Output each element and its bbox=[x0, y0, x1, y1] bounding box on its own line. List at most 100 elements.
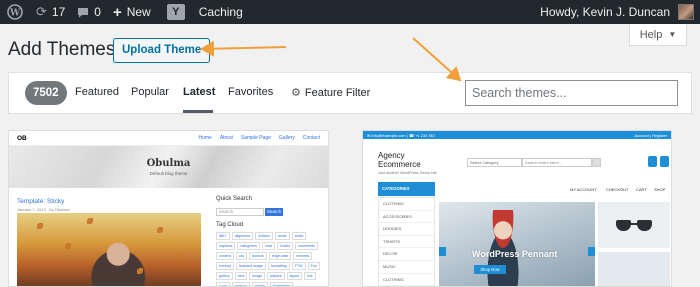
preview-nav-link: Gallery bbox=[278, 135, 295, 141]
preview-tag: gallery bbox=[216, 272, 233, 280]
preview-hero-subtitle: Default blog theme bbox=[149, 171, 188, 176]
preview-slider-next-icon bbox=[588, 247, 595, 256]
plus-icon: + bbox=[112, 3, 122, 21]
triangle-down-icon: ▼ bbox=[668, 30, 677, 39]
preview-slider: WordPress Pennant Shop Now bbox=[439, 202, 595, 286]
preview-nav-link: MY ACCOUNT bbox=[570, 187, 597, 192]
theme-card-obulma[interactable]: OB Home About Sample Page Gallery Contac… bbox=[8, 130, 329, 287]
preview-tag: alignment bbox=[231, 232, 254, 240]
preview-tag: dowork bbox=[249, 252, 267, 260]
preview-product bbox=[598, 252, 670, 286]
preview-store-nav: CATEGORIES MY ACCOUNT CHECKOUT CART SHOP bbox=[378, 182, 671, 196]
preview-tag: layout bbox=[286, 272, 303, 280]
theme-count-badge: 7502 bbox=[25, 81, 67, 105]
comment-bubble-icon bbox=[77, 7, 89, 18]
preview-nav-link: CART bbox=[636, 187, 647, 192]
my-account-menu[interactable]: Howdy, Kevin J. Duncan bbox=[540, 0, 700, 24]
preview-post-title: Template: Sticky bbox=[17, 198, 65, 205]
theme-preview-nav: OB Home About Sample Page Gallery Contac… bbox=[9, 131, 328, 146]
preview-nav-link: SHOP bbox=[654, 187, 666, 192]
preview-category-select: Select Category bbox=[467, 158, 522, 167]
preview-category-item: ACCESSORIES bbox=[379, 211, 434, 224]
preview-site-title-line: Agency bbox=[378, 151, 405, 160]
tab-favorites[interactable]: Favorites bbox=[228, 86, 273, 98]
preview-tag: jetpack bbox=[267, 272, 285, 280]
upload-theme-button[interactable]: Upload Theme bbox=[113, 38, 211, 63]
preview-tag: image bbox=[249, 272, 266, 280]
admin-bar: W ⟳ 17 0 + New Y Caching Howdy, Kevin J.… bbox=[0, 0, 700, 24]
page-title: Add Themes bbox=[8, 39, 116, 60]
comments-menu[interactable]: 0 bbox=[71, 0, 107, 24]
preview-nav-link: Contact bbox=[302, 135, 320, 141]
preview-category-item: DECOR bbox=[379, 248, 434, 261]
sunglasses-icon bbox=[616, 220, 652, 232]
preview-search-input: Search bbox=[216, 208, 264, 216]
preview-topbar-account: Account | Register bbox=[634, 132, 667, 138]
comments-count: 0 bbox=[94, 5, 101, 19]
preview-tag: Articles bbox=[255, 232, 273, 240]
preview-tag: audio bbox=[291, 232, 307, 240]
new-content-menu[interactable]: + New bbox=[107, 0, 157, 24]
preview-nav-link: Sample Page bbox=[240, 135, 271, 141]
preview-tag: markup bbox=[231, 282, 250, 286]
preview-tag: html bbox=[234, 272, 248, 280]
preview-store-search: Search entire store... bbox=[522, 158, 592, 167]
help-label: Help bbox=[639, 28, 663, 41]
preview-tag: chat bbox=[261, 242, 275, 250]
preview-post-meta: January 7, 2012 · by Obulmer bbox=[17, 207, 70, 212]
preview-category-item: MUSIC bbox=[379, 261, 434, 274]
preview-tag: featured image bbox=[235, 262, 266, 270]
preview-tag: Love bbox=[216, 282, 230, 286]
help-button[interactable]: Help ▼ bbox=[629, 24, 687, 46]
preview-tag: link bbox=[304, 272, 316, 280]
refresh-icon: ⟳ bbox=[36, 4, 47, 19]
arrow-to-upload-button bbox=[200, 40, 287, 57]
wordpress-logo-icon[interactable]: W bbox=[0, 0, 30, 24]
theme-card-agency-ecommerce[interactable]: ✉ info@example.com | ☎ +1 234 567 Accoun… bbox=[362, 130, 672, 287]
preview-category-item: HOODIES bbox=[379, 223, 434, 236]
preview-post-image bbox=[17, 213, 201, 286]
preview-shop-now-button: Shop Now bbox=[474, 265, 506, 274]
preview-brand: OB bbox=[17, 134, 27, 142]
preview-tag: content bbox=[216, 252, 234, 260]
preview-tag: embeds bbox=[293, 252, 313, 260]
preview-tag: formatting bbox=[267, 262, 290, 270]
yoast-seo-icon[interactable]: Y bbox=[166, 4, 185, 20]
preview-categories-button: CATEGORIES bbox=[378, 182, 435, 196]
preview-nav-link: About bbox=[219, 135, 233, 141]
preview-category-item: CLOTHING bbox=[379, 198, 434, 211]
preview-nav-link: Home bbox=[198, 135, 212, 141]
preview-tag: aside bbox=[274, 232, 290, 240]
preview-tag: excerpt bbox=[216, 262, 234, 270]
feature-filter-button[interactable]: ⚙ Feature Filter bbox=[291, 86, 370, 99]
preview-hero: Obulma Default blog theme bbox=[9, 146, 328, 188]
svg-text:W: W bbox=[9, 9, 21, 19]
preview-topbar: ✉ info@example.com | ☎ +1 234 567 Accoun… bbox=[363, 131, 671, 139]
search-themes-input[interactable] bbox=[465, 80, 678, 106]
preview-product-sunglasses bbox=[598, 202, 670, 248]
preview-tag: FTW bbox=[291, 262, 306, 270]
preview-slider-prev-icon bbox=[439, 247, 446, 256]
tab-popular[interactable]: Popular bbox=[131, 86, 169, 98]
tab-featured[interactable]: Featured bbox=[75, 86, 119, 98]
preview-tag-cloud-title: Tag Cloud bbox=[216, 222, 244, 228]
preview-category-list: CLOTHING ACCESSORIES HOODIES TSHIRTS DECOR MU… bbox=[378, 197, 435, 286]
preview-search-button: Search bbox=[265, 208, 283, 216]
updates-count: 17 bbox=[51, 5, 66, 19]
preview-site-title: Agency Ecommerce bbox=[378, 151, 421, 169]
preview-search-icon bbox=[592, 158, 601, 167]
active-tab-indicator bbox=[183, 110, 213, 113]
preview-search-title: Quick Search bbox=[216, 196, 253, 202]
preview-category-item: TSHIRTS bbox=[379, 236, 434, 249]
preview-tag: 8BIT bbox=[216, 232, 230, 240]
gear-icon: ⚙ bbox=[291, 87, 301, 99]
preview-tag: media bbox=[251, 282, 268, 286]
new-label: New bbox=[126, 5, 151, 19]
tab-latest[interactable]: Latest bbox=[183, 86, 215, 98]
updates-menu[interactable]: ⟳ 17 bbox=[30, 0, 71, 24]
preview-topbar-contact: ✉ info@example.com | ☎ +1 234 567 bbox=[367, 132, 436, 138]
caching-menu[interactable]: Caching bbox=[193, 0, 249, 24]
preview-tag: captions bbox=[216, 242, 236, 250]
user-greeting: Howdy, Kevin J. Duncan bbox=[540, 5, 670, 19]
preview-wishlist-icon bbox=[648, 156, 657, 167]
